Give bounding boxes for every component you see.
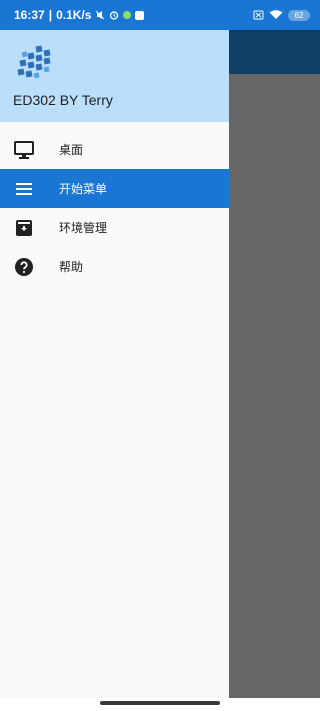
status-bar: 16:37 | 0.1K/s 62 — [0, 0, 320, 30]
drawer-header: ED302 BY Terry — [0, 30, 229, 122]
drawer-menu: 桌面 开始菜单 环境管理 帮助 — [0, 130, 229, 286]
drawer-item-environment[interactable]: 环境管理 — [0, 208, 229, 247]
no-sim-icon — [253, 10, 264, 20]
status-right: 62 — [253, 9, 310, 21]
menu-icon — [14, 179, 34, 199]
status-left: 16:37 | 0.1K/s — [14, 8, 145, 22]
navigation-drawer: ED302 BY Terry 桌面 开始菜单 环境管理 帮助 — [0, 0, 229, 700]
drawer-item-help[interactable]: 帮助 — [0, 247, 229, 286]
status-time: 16:37 — [14, 8, 45, 22]
archive-icon — [14, 218, 34, 238]
drawer-item-label: 环境管理 — [59, 221, 108, 235]
monitor-icon — [14, 140, 34, 160]
status-network-speed: 0.1K/s — [56, 8, 92, 22]
mute-icon — [96, 10, 105, 20]
battery-indicator: 62 — [288, 9, 310, 21]
gesture-handle[interactable] — [100, 701, 220, 705]
drawer-item-desktop[interactable]: 桌面 — [0, 130, 229, 169]
drawer-item-start-menu[interactable]: 开始菜单 — [0, 169, 229, 208]
app-logo-icon — [17, 45, 51, 79]
status-divider: | — [48, 8, 53, 22]
alarm-icon — [110, 11, 119, 20]
help-icon — [14, 257, 34, 277]
app-square-icon — [135, 10, 145, 20]
drawer-title: ED302 BY Terry — [13, 92, 113, 108]
drawer-item-label: 开始菜单 — [59, 182, 108, 196]
wifi-icon — [269, 10, 283, 19]
app-notification-icon — [123, 11, 132, 19]
drawer-item-label: 帮助 — [59, 260, 84, 274]
drawer-item-label: 桌面 — [59, 143, 84, 157]
